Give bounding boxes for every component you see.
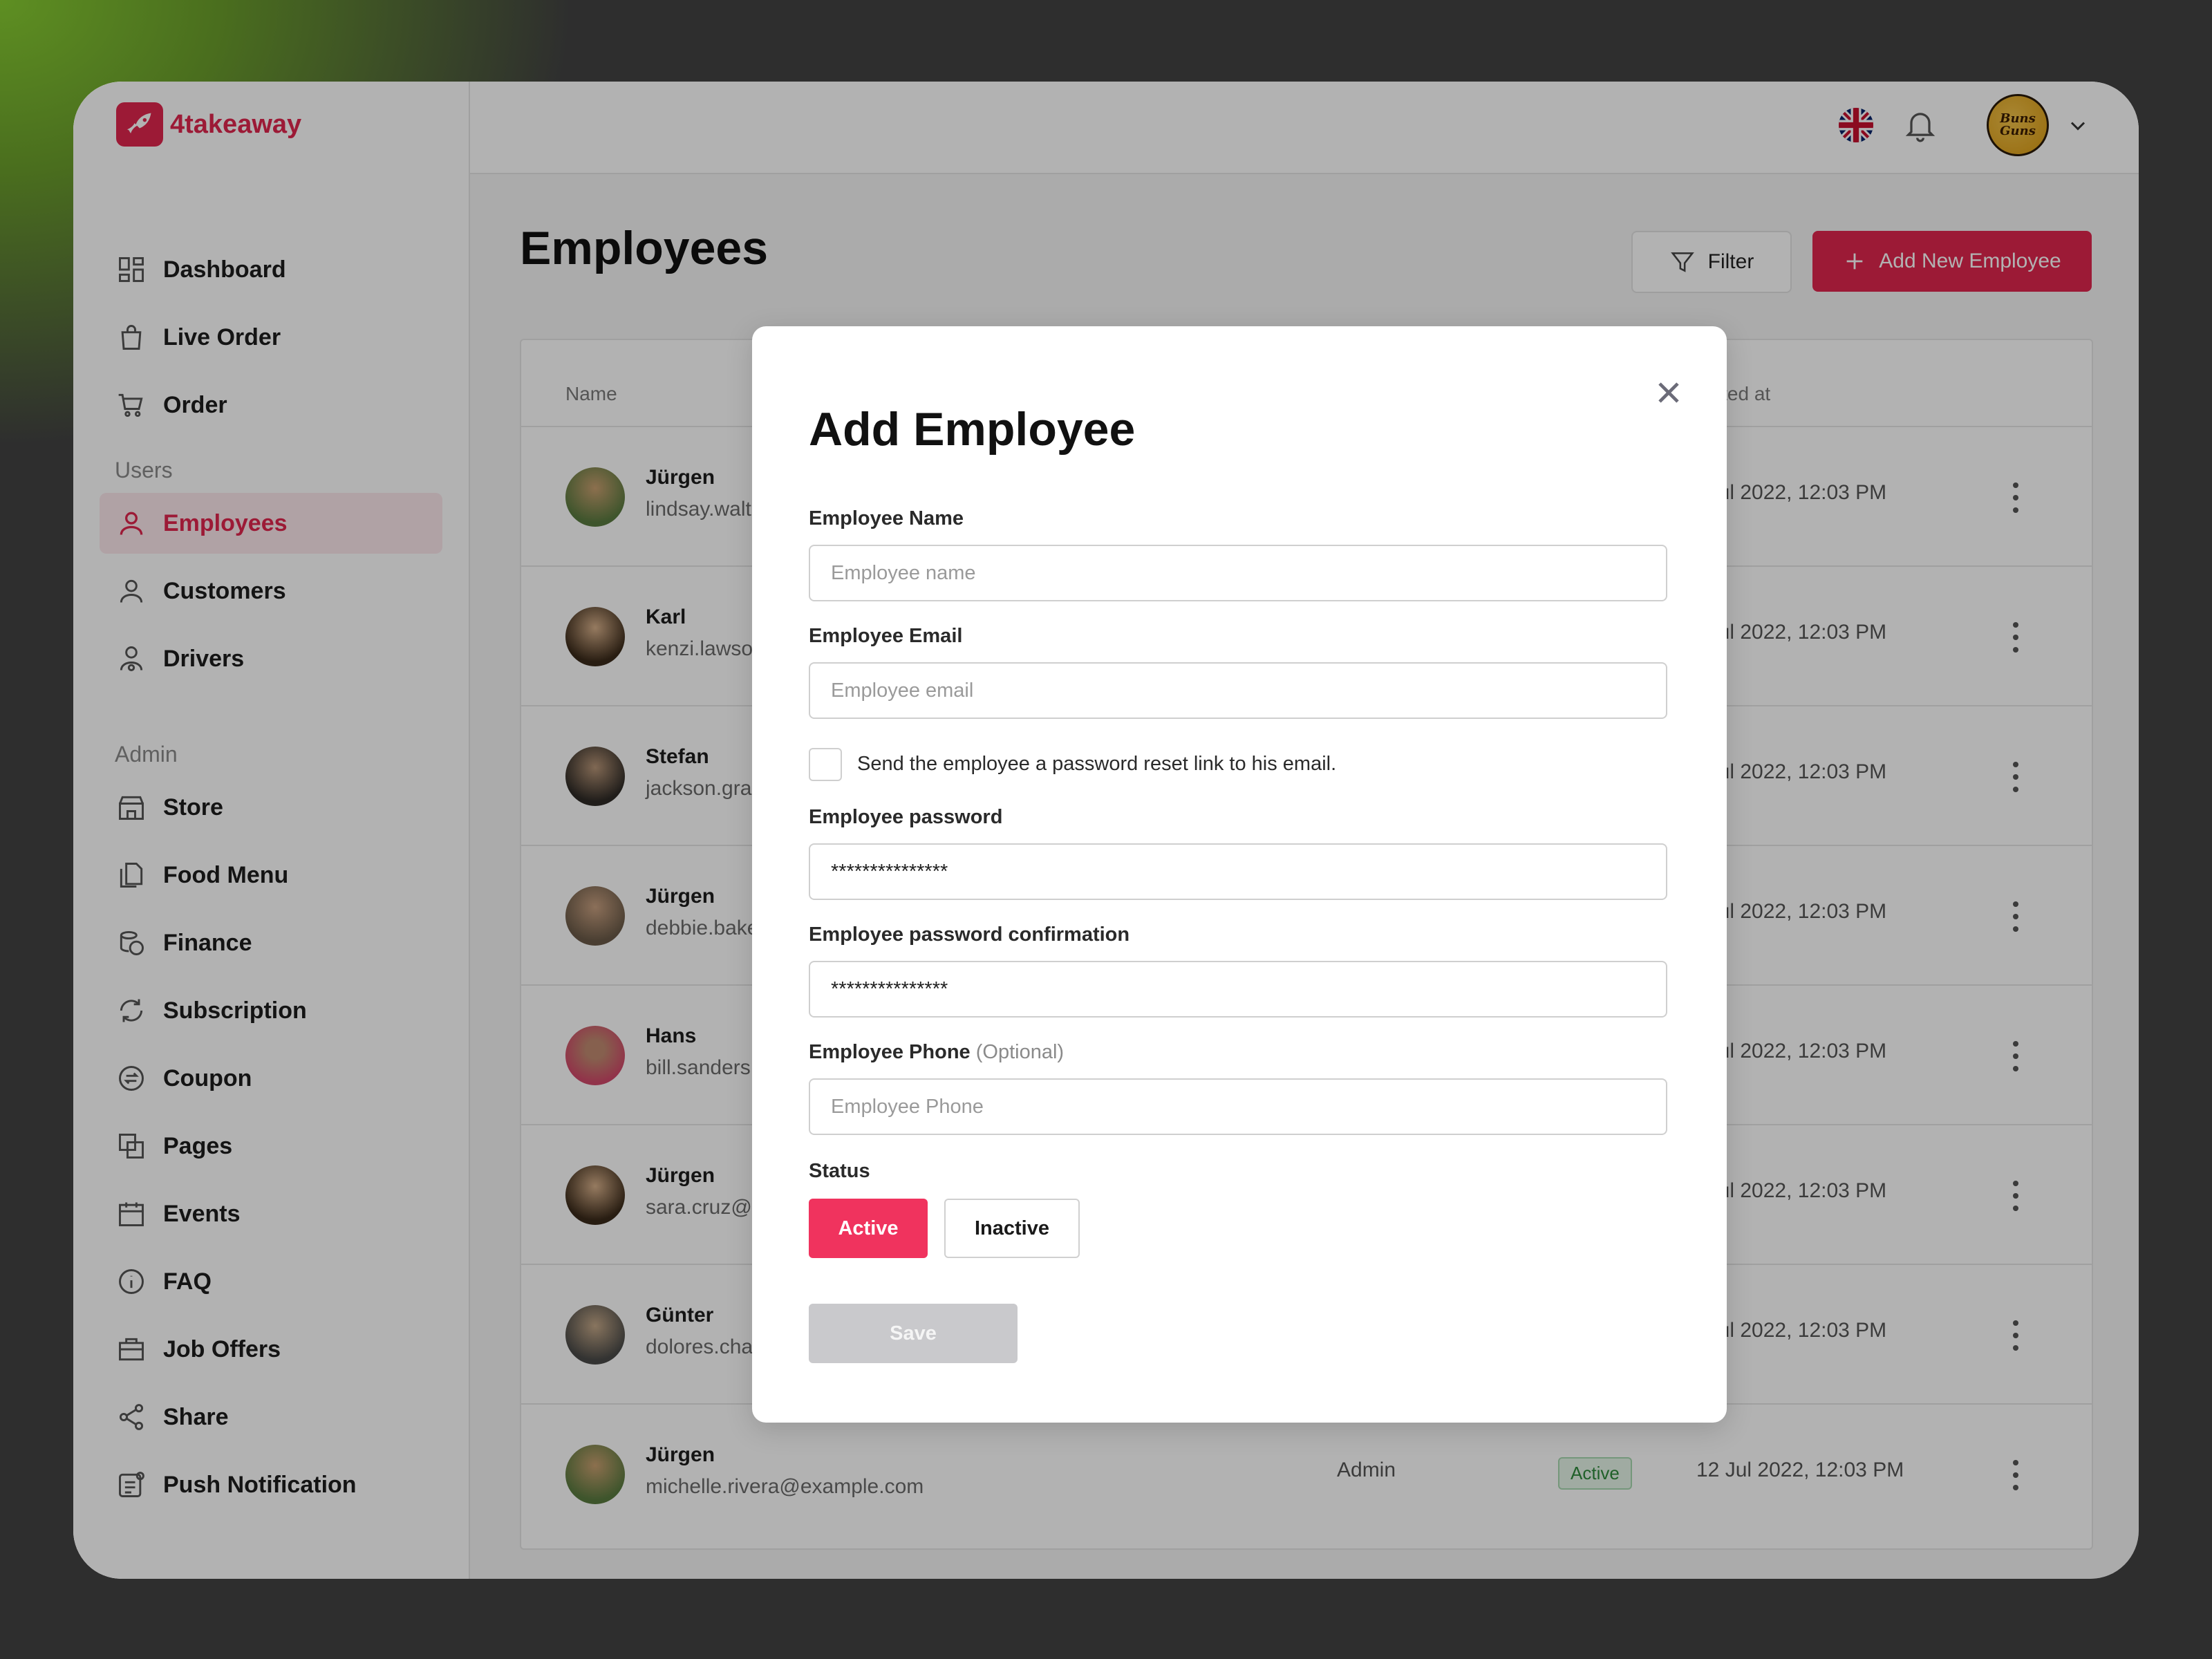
save-button[interactable]: Save: [809, 1304, 1018, 1363]
employee-phone-label: Employee Phone (Optional): [809, 1041, 1064, 1064]
employee-password-input[interactable]: [809, 843, 1667, 900]
employee-name-input[interactable]: [809, 545, 1667, 601]
employee-password-confirm-input[interactable]: [809, 961, 1667, 1018]
employee-password-confirm-label: Employee password confirmation: [809, 924, 1130, 946]
status-inactive-button[interactable]: Inactive: [944, 1199, 1080, 1258]
password-reset-label[interactable]: Send the employee a password reset link …: [857, 753, 1336, 776]
employee-name-label: Employee Name: [809, 507, 964, 529]
status-label: Status: [809, 1160, 870, 1182]
modal-title: Add Employee: [809, 403, 1136, 456]
employee-password-label: Employee password: [809, 806, 1003, 828]
phone-label-text: Employee Phone: [809, 1041, 971, 1063]
status-active-button[interactable]: Active: [809, 1199, 928, 1258]
employee-email-label: Employee Email: [809, 625, 963, 647]
add-employee-modal: Add Employee Employee Name Employee Emai…: [752, 326, 1727, 1423]
password-reset-checkbox[interactable]: [809, 748, 842, 781]
employee-email-input[interactable]: [809, 662, 1667, 719]
employee-phone-input[interactable]: [809, 1078, 1667, 1135]
optional-hint: (Optional): [975, 1041, 1065, 1063]
close-icon[interactable]: [1651, 375, 1687, 411]
